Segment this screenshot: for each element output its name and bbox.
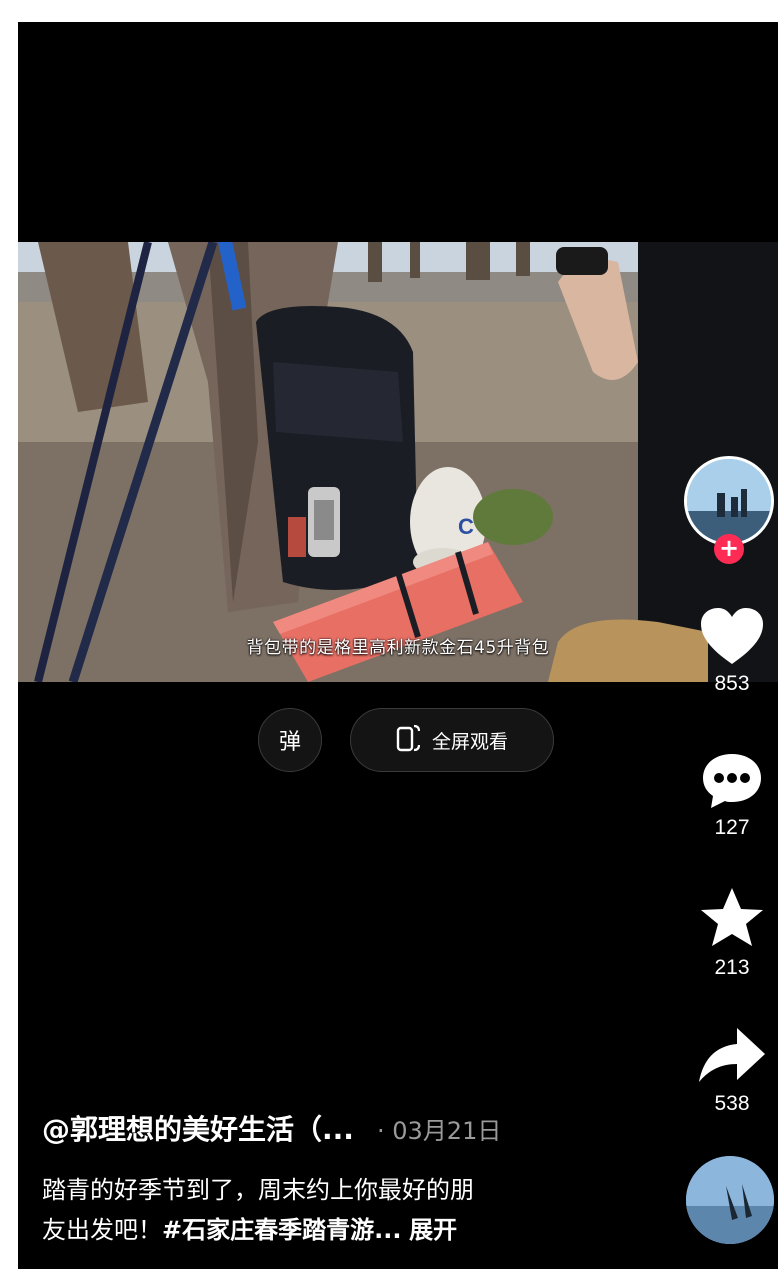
comment-icon [703, 754, 761, 808]
fullscreen-label: 全屏观看 [431, 730, 508, 753]
share-button[interactable]: 538 [696, 1026, 768, 1116]
video-player[interactable]: C 背包带的是格里高利新款金石45升背包 [18, 242, 778, 682]
fullscreen-phone-icon [396, 724, 421, 757]
author-row: @郭理想的美好生活（... · 03月21日 [42, 1108, 682, 1148]
video-frame: C [18, 242, 778, 682]
share-icon [699, 1028, 765, 1082]
description-text: 友出发吧！ [42, 1216, 162, 1244]
post-date: · 03月21日 [377, 1117, 502, 1145]
description-line-2: 友出发吧！#石家庄春季踏青游... 展开 [42, 1210, 642, 1250]
star-icon [701, 888, 763, 946]
like-button[interactable]: 853 [696, 606, 768, 696]
author-name[interactable]: @郭理想的美好生活（... [42, 1113, 354, 1146]
favorite-count: 213 [714, 956, 750, 979]
video-subtitle: 背包带的是格里高利新款金石45升背包 [246, 638, 550, 658]
danmu-label: 弹 [278, 730, 301, 755]
fullscreen-button[interactable]: 全屏观看 [350, 708, 554, 772]
description-line-1: 踏青的好季节到了，周末约上你最好的朋 [42, 1176, 474, 1204]
comment-button[interactable]: 127 [696, 750, 768, 840]
hashtag-link[interactable]: #石家庄春季踏青游... [162, 1216, 401, 1244]
music-disc[interactable] [686, 1156, 774, 1244]
comment-count: 127 [714, 816, 750, 839]
like-count: 853 [714, 672, 750, 695]
svg-text:C: C [458, 514, 474, 539]
follow-plus-icon[interactable]: + [714, 534, 744, 564]
heart-icon [701, 608, 763, 664]
favorite-button[interactable]: 213 [696, 886, 768, 980]
video-feed-screen: C 背包带的是格里高利新款金石45升背包 弹 全屏观看 + 853 127 21… [18, 22, 778, 1269]
author-avatar[interactable] [684, 456, 774, 546]
expand-button[interactable]: 展开 [409, 1216, 457, 1244]
share-count: 538 [714, 1092, 750, 1115]
danmu-toggle-button[interactable]: 弹 [258, 708, 322, 772]
video-description: 踏青的好季节到了，周末约上你最好的朋 友出发吧！#石家庄春季踏青游... 展开 [42, 1170, 642, 1250]
